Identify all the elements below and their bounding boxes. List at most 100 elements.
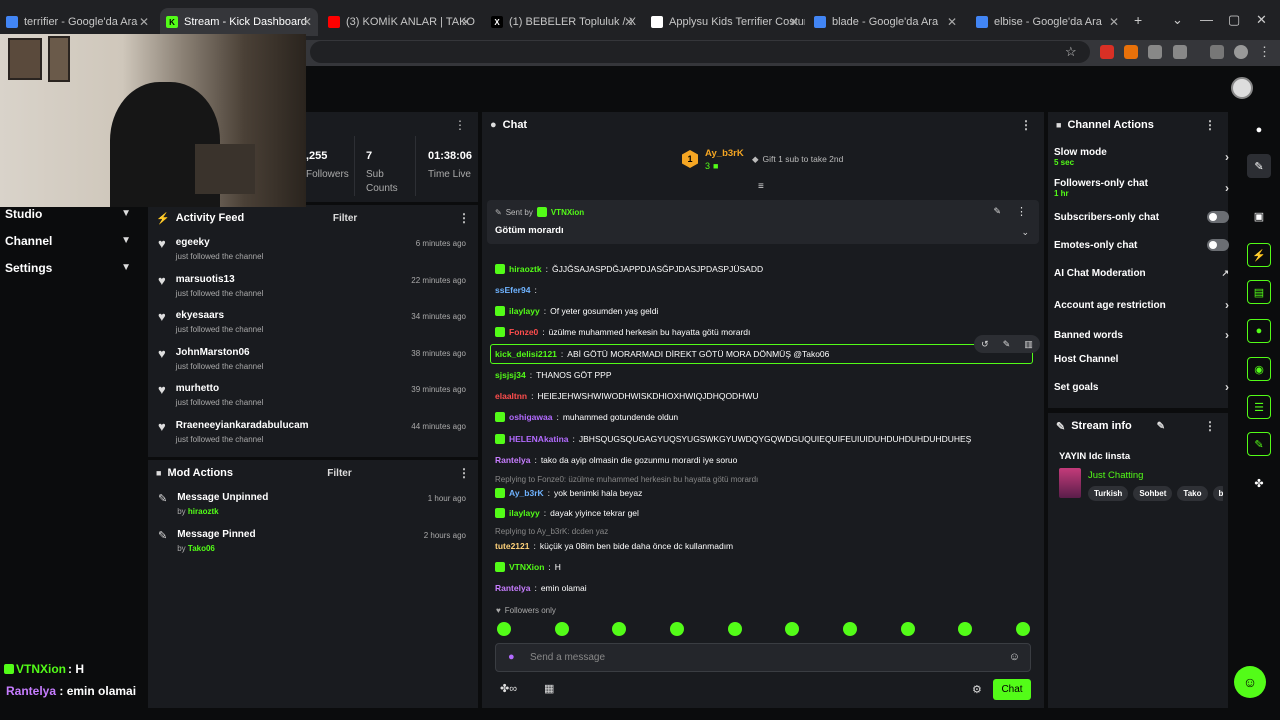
user-avatar[interactable] bbox=[1231, 77, 1253, 99]
list-icon[interactable]: ☰ bbox=[1247, 395, 1271, 419]
activity-user[interactable]: Rraeneeyiankaradabulucam bbox=[176, 420, 309, 431]
emote-icon[interactable] bbox=[554, 622, 569, 636]
chat-username[interactable]: ssEfer94 bbox=[495, 285, 530, 295]
puzzle-icon[interactable] bbox=[1173, 45, 1187, 59]
channel-action-row[interactable]: Subscribers-only chat bbox=[1054, 211, 1229, 223]
close-window-button[interactable]: ✕ bbox=[1256, 12, 1267, 28]
activity-filter-button[interactable]: Filter bbox=[333, 213, 357, 224]
send-chat-button[interactable]: Chat bbox=[993, 679, 1031, 700]
chat-message[interactable]: oshigawaa: muhammed gotundende oldun bbox=[495, 412, 678, 422]
mod-action-user[interactable]: hiraoztk bbox=[188, 507, 219, 516]
focus-icon[interactable]: ▣ bbox=[1247, 204, 1271, 228]
apps-icon[interactable]: ✤ bbox=[1247, 471, 1271, 495]
edit-icon[interactable]: ✎ bbox=[1157, 421, 1165, 432]
category-thumbnail[interactable] bbox=[1059, 468, 1081, 498]
nav-item-channel[interactable]: Channel ▼ bbox=[0, 227, 145, 254]
more-icon[interactable]: ⋮ bbox=[1204, 118, 1216, 132]
close-tab-icon[interactable]: ✕ bbox=[302, 15, 312, 29]
mic-icon[interactable]: ● bbox=[508, 651, 515, 663]
chat-username[interactable]: elaaltnn bbox=[495, 391, 527, 401]
channel-action-row[interactable]: Emotes-only chat bbox=[1054, 239, 1229, 251]
store-icon[interactable]: ▦ bbox=[544, 682, 554, 695]
chat-message[interactable]: ssEfer94: bbox=[495, 285, 541, 295]
tag[interactable]: Tako bbox=[1177, 486, 1208, 501]
maximize-button[interactable]: ▢ bbox=[1228, 12, 1240, 28]
toggle-switch[interactable] bbox=[1207, 211, 1229, 223]
chat-message[interactable]: Fonze0: üzülme muhammed herkesin bu haya… bbox=[495, 327, 750, 337]
emote-icon[interactable] bbox=[900, 622, 915, 636]
mod-filter-button[interactable]: Filter bbox=[327, 468, 351, 479]
chat-username[interactable]: VTNXion bbox=[509, 562, 544, 572]
more-icon[interactable]: ⋮ bbox=[1204, 419, 1216, 433]
bolt-icon[interactable]: ⚡ bbox=[1247, 243, 1271, 267]
chat-message[interactable]: Ay_b3rK: yok benimki hala beyaz bbox=[495, 488, 642, 498]
chat-username[interactable]: hiraoztk bbox=[509, 264, 542, 274]
menu-icon[interactable]: ⋮ bbox=[1258, 44, 1271, 60]
extension-icon[interactable] bbox=[1148, 45, 1162, 59]
points-icon[interactable]: ✤∞ bbox=[500, 682, 517, 695]
close-tab-icon[interactable]: ✕ bbox=[461, 15, 471, 29]
chat-message[interactable]: Rantelya: emin olamai bbox=[495, 583, 587, 593]
chat-username[interactable]: oshigawaa bbox=[509, 412, 552, 422]
browser-tab-active[interactable]: K Stream - Kick Dashboard ✕ bbox=[160, 8, 318, 36]
pin-icon[interactable]: ✎ bbox=[1003, 339, 1011, 350]
gift-sub-prompt[interactable]: ◆ Gift 1 sub to take 2nd bbox=[752, 154, 843, 165]
activity-user[interactable]: egeeky bbox=[176, 237, 264, 248]
chevron-down-icon[interactable]: ⌄ bbox=[1021, 227, 1029, 238]
extension-icon[interactable] bbox=[1100, 45, 1114, 59]
wrench-icon[interactable]: ✎ bbox=[1247, 432, 1271, 456]
chat-input[interactable]: ● Send a message ☺ bbox=[495, 643, 1031, 672]
channel-action-row[interactable]: Account age restriction › bbox=[1054, 298, 1229, 312]
close-tab-icon[interactable]: ✕ bbox=[624, 15, 634, 29]
chat-username[interactable]: Fonze0 bbox=[509, 327, 538, 337]
tag[interactable]: Turkish bbox=[1088, 486, 1129, 501]
collapse-icon[interactable]: ≡ bbox=[758, 181, 764, 192]
broadcast-icon[interactable]: ◉ bbox=[1247, 357, 1271, 381]
close-tab-icon[interactable]: ✕ bbox=[947, 15, 957, 29]
chat-message[interactable]: VTNXion: H bbox=[495, 562, 561, 572]
emoji-icon[interactable]: ☺ bbox=[1009, 651, 1020, 663]
more-icon[interactable]: ⋮ bbox=[454, 118, 466, 132]
chat-username[interactable]: Rantelya bbox=[495, 455, 530, 465]
mod-action-user[interactable]: Tako06 bbox=[188, 544, 215, 553]
chat-message[interactable]: sjsjsj34: THANOS GÖT PPP bbox=[495, 370, 612, 380]
channel-action-row[interactable]: Set goals › bbox=[1054, 380, 1229, 394]
star-icon[interactable]: ☆ bbox=[1065, 44, 1077, 60]
channel-action-row[interactable]: Host Channel bbox=[1054, 354, 1229, 365]
channel-action-row[interactable]: Slow mode 5 sec › bbox=[1054, 147, 1229, 167]
category-name[interactable]: Just Chatting bbox=[1088, 470, 1143, 481]
tab-search-button[interactable]: ⌄ bbox=[1172, 12, 1183, 28]
browser-tab[interactable]: elbise - Google'da Ara ✕ bbox=[970, 8, 1125, 36]
browser-tab[interactable]: blade - Google'da Ara ✕ bbox=[808, 8, 963, 36]
tag[interactable]: b bbox=[1212, 486, 1223, 501]
activity-user[interactable]: JohnMarston06 bbox=[176, 347, 264, 358]
emote-icon[interactable] bbox=[612, 622, 627, 636]
top-gifter-name[interactable]: Ay_b3rK bbox=[705, 148, 744, 159]
chat-message[interactable]: Rantelya: tako da ayip olmasin die gozun… bbox=[495, 455, 737, 465]
browser-tab[interactable]: (3) KOMİK ANLAR | TAKO | @Ja✕ bbox=[322, 8, 477, 36]
info-icon[interactable]: ● bbox=[1247, 118, 1271, 142]
chat-message[interactable]: hiraoztk: ĞJJĞSAJASPDĞJAPPDJASĞPJDASJPDA… bbox=[495, 264, 763, 274]
chat-username[interactable]: HELENAkatina bbox=[509, 434, 569, 444]
browser-tab[interactable]: X (1) BEBELER Topluluk / X ✕ bbox=[485, 8, 640, 36]
emote-icon[interactable] bbox=[842, 622, 857, 636]
chat-message[interactable]: ilaylayy: dayak yiyince tekrar gel bbox=[495, 508, 639, 518]
close-tab-icon[interactable]: ✕ bbox=[139, 15, 149, 29]
channel-action-row[interactable]: AI Chat Moderation ↗ bbox=[1054, 268, 1229, 279]
trash-icon[interactable]: ▥ bbox=[1024, 339, 1033, 350]
activity-user[interactable]: marsuotis13 bbox=[176, 274, 264, 285]
channel-action-row[interactable]: Followers-only chat 1 hr › bbox=[1054, 178, 1229, 198]
toggle-switch[interactable] bbox=[1207, 239, 1229, 251]
activity-user[interactable]: murhetto bbox=[176, 383, 264, 394]
chat-message[interactable]: HELENAkatina: JBHSQUGSQUGAGYUQSYUGSWKGYU… bbox=[495, 434, 971, 444]
chat-username[interactable]: Ay_b3rK bbox=[509, 488, 544, 498]
tag[interactable]: Sohbet bbox=[1133, 486, 1173, 501]
chat-message[interactable]: ilaylayy: Of yeter gosumden yaş geldi bbox=[495, 306, 658, 316]
chat-username[interactable]: Rantelya bbox=[495, 583, 530, 593]
emote-icon[interactable] bbox=[669, 622, 684, 636]
extension-icon[interactable] bbox=[1124, 45, 1138, 59]
unpin-icon[interactable]: ✎ bbox=[993, 206, 1001, 217]
browser-tab[interactable]: terrifier - Google'da Ara ✕ bbox=[0, 8, 155, 36]
pinned-user[interactable]: VTNXion bbox=[551, 208, 584, 217]
more-icon[interactable]: ⋮ bbox=[458, 466, 470, 480]
